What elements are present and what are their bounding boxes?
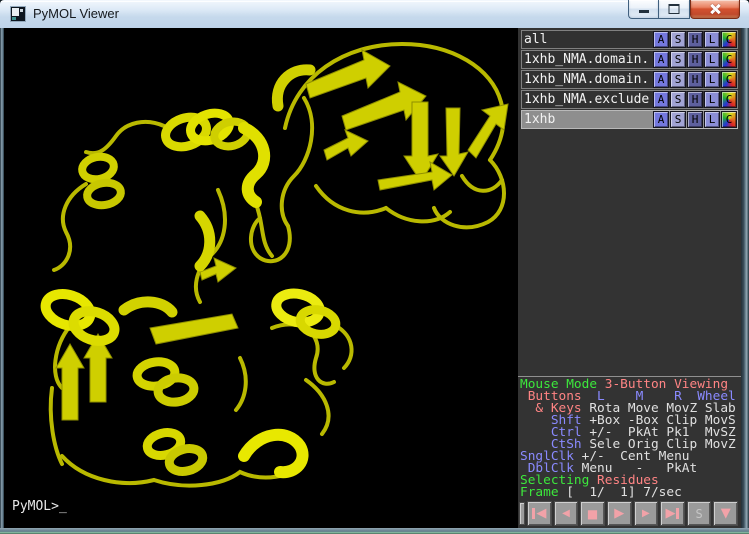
show-button[interactable]: S <box>670 111 686 128</box>
label-button[interactable]: L <box>704 71 720 88</box>
scene-loop-button[interactable]: S <box>687 501 712 526</box>
client-area: PyMOL>_ all A S H L C 1xhb_NMA.domain. <box>4 28 741 528</box>
play-button[interactable]: ▶ <box>607 501 632 526</box>
playback-controls: ◀ ◀ ■ ▶ ▶ ▶ S ▼ <box>518 501 741 528</box>
frame-counter-line: Frame [ 1/ 1] 7/sec <box>520 487 741 499</box>
object-row-1xhb[interactable]: 1xhb A S H L C <box>521 110 738 129</box>
s-icon: S <box>695 508 702 520</box>
step-forward-icon: ▶ <box>642 509 650 519</box>
minimize-icon <box>639 10 649 13</box>
object-actions: A S H L C <box>652 71 737 88</box>
label-button[interactable]: L <box>704 31 720 48</box>
object-name: 1xhb <box>522 111 652 128</box>
action-button[interactable]: A <box>653 91 669 108</box>
color-button[interactable]: C <box>721 91 737 108</box>
hide-button[interactable]: H <box>687 91 703 108</box>
protein-cartoon <box>4 28 518 528</box>
vcr-edge <box>519 502 525 525</box>
object-row-all[interactable]: all A S H L C <box>521 30 738 49</box>
molecule-viewport[interactable]: PyMOL>_ <box>4 28 518 528</box>
app-icon <box>10 6 26 22</box>
sidebar-spacer <box>518 130 741 376</box>
show-button[interactable]: S <box>670 31 686 48</box>
label-button[interactable]: L <box>704 91 720 108</box>
down-arrow-icon: ▼ <box>721 507 731 520</box>
action-button[interactable]: A <box>653 71 669 88</box>
stop-button[interactable]: ■ <box>580 501 605 526</box>
caption-buttons <box>628 0 740 20</box>
color-button[interactable]: C <box>721 31 737 48</box>
object-actions: A S H L C <box>652 111 737 128</box>
stop-icon: ■ <box>587 508 598 520</box>
label-button[interactable]: L <box>704 111 720 128</box>
maximize-button[interactable] <box>658 0 690 19</box>
show-button[interactable]: S <box>670 51 686 68</box>
app-icon-pixel <box>20 9 23 12</box>
step-forward-button[interactable]: ▶ <box>634 501 659 526</box>
protein-helices <box>41 70 338 475</box>
show-button[interactable]: S <box>670 91 686 108</box>
app-icon-pixel <box>12 17 16 20</box>
object-name: 1xhb_NMA.domain. <box>522 51 652 68</box>
action-button[interactable]: A <box>653 51 669 68</box>
object-actions: A S H L C <box>652 51 737 68</box>
go-to-end-button[interactable]: ▶ <box>660 501 685 526</box>
window-border-right <box>741 28 749 528</box>
window-border-bottom <box>0 528 749 534</box>
close-icon <box>709 3 721 15</box>
mouse-mode-panel: Mouse Mode 3-Button Viewing Buttons L M … <box>518 376 741 501</box>
sidebar: all A S H L C 1xhb_NMA.domain. A S H <box>518 28 741 528</box>
object-name: all <box>522 31 652 48</box>
hide-button[interactable]: H <box>687 31 703 48</box>
show-button[interactable]: S <box>670 71 686 88</box>
fast-forward-icon: ▶ <box>665 507 675 520</box>
pymol-window: PyMOL Viewer <box>0 0 749 534</box>
bar-icon <box>532 508 535 519</box>
action-button[interactable]: A <box>653 31 669 48</box>
color-button[interactable]: C <box>721 111 737 128</box>
hide-button[interactable]: H <box>687 111 703 128</box>
go-to-start-button[interactable]: ◀ <box>527 501 552 526</box>
object-actions: A S H L C <box>652 31 737 48</box>
color-button[interactable]: C <box>721 71 737 88</box>
hide-button[interactable]: H <box>687 71 703 88</box>
titlebar[interactable]: PyMOL Viewer <box>0 0 749 29</box>
play-icon: ▶ <box>614 507 624 520</box>
maximize-icon <box>669 4 680 14</box>
object-row[interactable]: 1xhb_NMA.domain. A S H L C <box>521 50 738 69</box>
action-button[interactable]: A <box>653 111 669 128</box>
color-button[interactable]: C <box>721 51 737 68</box>
object-list: all A S H L C 1xhb_NMA.domain. A S H <box>518 28 741 130</box>
label-button[interactable]: L <box>704 51 720 68</box>
step-back-button[interactable]: ◀ <box>554 501 579 526</box>
object-name: 1xhb_NMA.domain. <box>522 71 652 88</box>
app-icon-pixel <box>12 8 19 16</box>
hide-button[interactable]: H <box>687 51 703 68</box>
object-actions: A S H L C <box>652 91 737 108</box>
close-button[interactable] <box>690 0 740 19</box>
object-row[interactable]: 1xhb_NMA.exclude A S H L C <box>521 90 738 109</box>
object-name: 1xhb_NMA.exclude <box>522 91 652 108</box>
minimize-button[interactable] <box>628 0 658 19</box>
command-prompt[interactable]: PyMOL>_ <box>12 499 67 514</box>
bar-icon <box>676 508 679 519</box>
object-row[interactable]: 1xhb_NMA.domain. A S H L C <box>521 70 738 89</box>
rewind-icon: ◀ <box>536 507 546 520</box>
step-back-icon: ◀ <box>562 509 570 519</box>
window-title: PyMOL Viewer <box>33 6 119 21</box>
menu-toggle-button[interactable]: ▼ <box>713 501 738 526</box>
